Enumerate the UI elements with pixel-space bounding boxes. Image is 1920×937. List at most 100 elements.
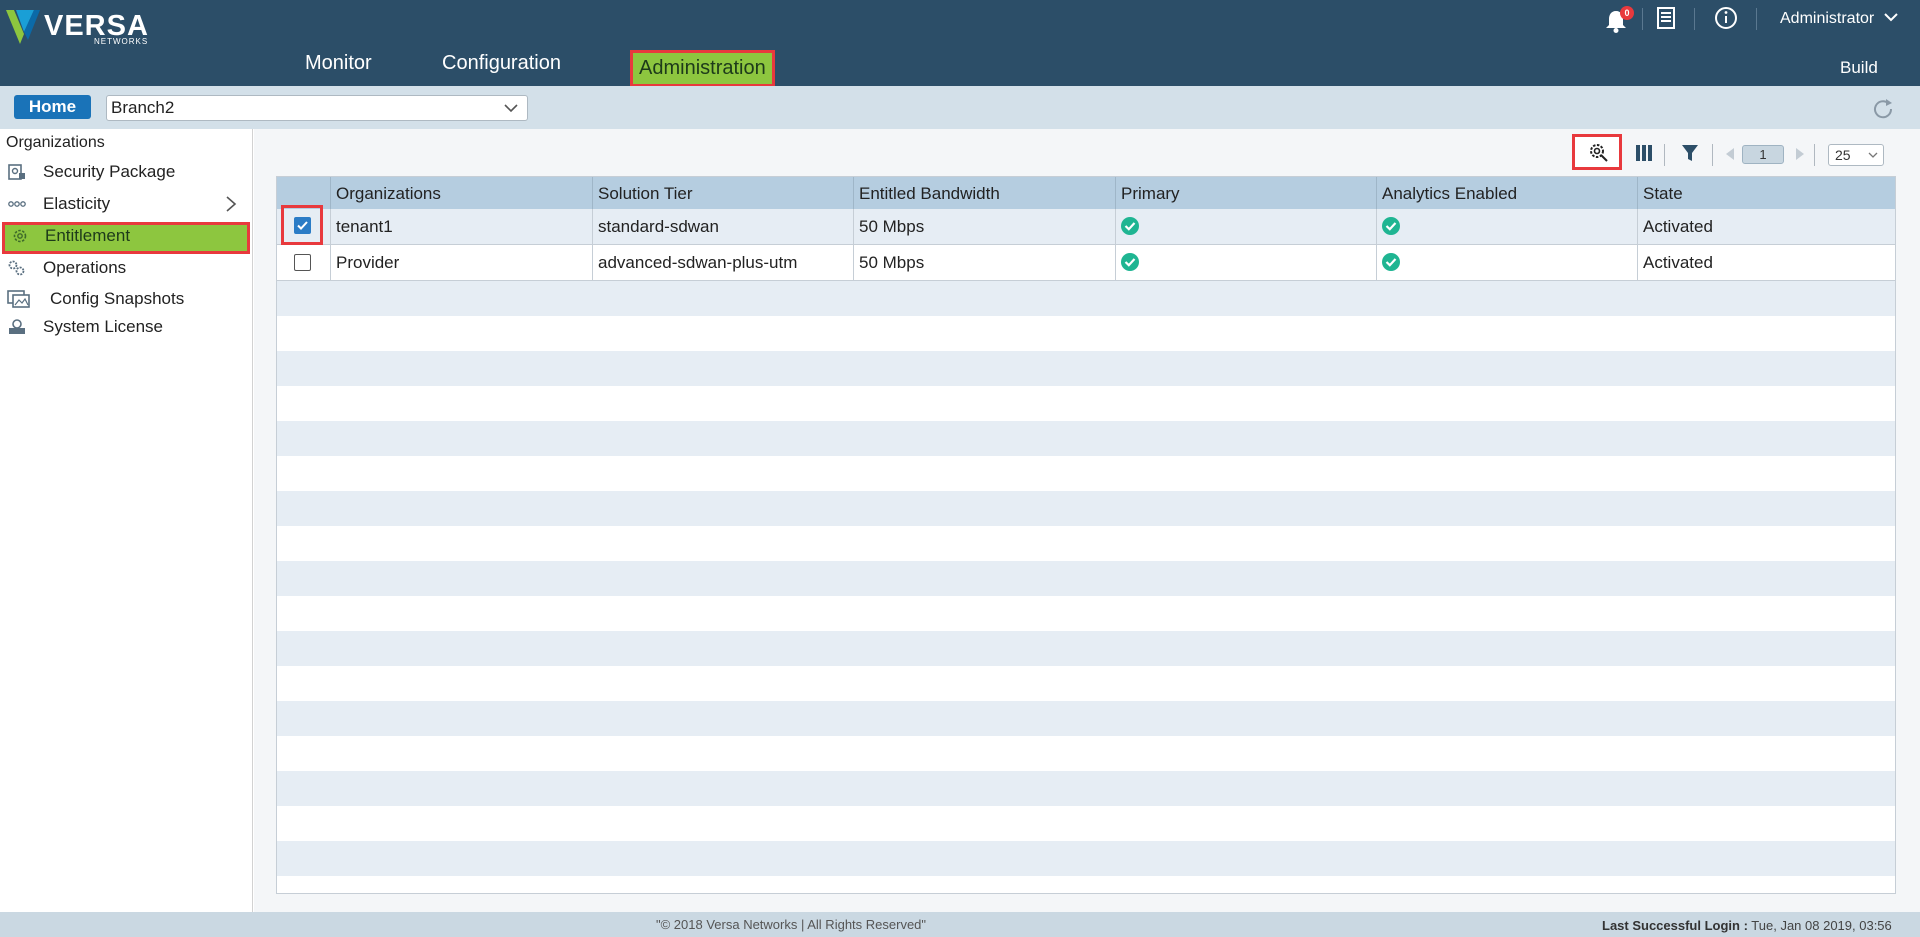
sidebar-item-label: System License [43, 317, 163, 336]
sidebar-item-label: Elasticity [43, 194, 111, 213]
empty-row [277, 526, 1895, 561]
divider [1814, 144, 1815, 166]
primary-cell [1115, 209, 1376, 244]
nav-configuration[interactable]: Configuration [442, 52, 561, 75]
empty-row [277, 806, 1895, 841]
empty-row [277, 701, 1895, 736]
system-license-icon [9, 319, 25, 334]
sidebar-item-label: Entitlement [45, 226, 131, 245]
empty-row [277, 456, 1895, 491]
empty-row [277, 736, 1895, 771]
organization-select[interactable]: Branch2 [106, 95, 528, 121]
sidebar-title: Organizations [6, 134, 105, 151]
gear-search-icon [1590, 144, 1608, 162]
nav-monitor[interactable]: Monitor [305, 52, 372, 75]
info-icon[interactable] [1714, 6, 1738, 30]
sidebar-item-security-package[interactable]: Security Package [0, 158, 252, 186]
versa-logo[interactable]: VERSA NETWORKS [6, 4, 156, 46]
header-primary[interactable]: Primary [1115, 177, 1376, 209]
entitlement-gear-icon [13, 229, 27, 243]
state-cell: Activated [1637, 245, 1895, 280]
header-analytics-enabled[interactable]: Analytics Enabled [1376, 177, 1637, 209]
check-circle-icon [1121, 253, 1139, 271]
empty-row [277, 561, 1895, 596]
divider [1756, 8, 1757, 30]
previous-page-icon[interactable] [1724, 146, 1736, 162]
user-menu[interactable]: Administrator [1780, 10, 1899, 28]
check-circle-icon [1382, 253, 1400, 271]
home-button[interactable]: Home [14, 95, 91, 119]
analytics-cell [1376, 209, 1637, 244]
sidebar-item-config-snapshots[interactable]: Config Snapshots [0, 285, 252, 313]
divider [1694, 8, 1695, 30]
empty-row [277, 491, 1895, 526]
empty-row [277, 631, 1895, 666]
page-size-value: 25 [1835, 147, 1851, 163]
row-checkbox[interactable] [294, 254, 311, 271]
header-entitled-bandwidth[interactable]: Entitled Bandwidth [853, 177, 1115, 209]
refresh-icon[interactable] [1870, 96, 1896, 122]
table-row[interactable]: tenant1 standard-sdwan 50 Mbps Activated [277, 209, 1895, 245]
analytics-cell [1376, 245, 1637, 280]
next-page-icon[interactable] [1794, 146, 1806, 162]
primary-cell [1115, 245, 1376, 280]
divider [1712, 144, 1713, 166]
chevron-right-icon [226, 196, 237, 212]
header-solution-tier[interactable]: Solution Tier [592, 177, 853, 209]
header-state[interactable]: State [1637, 177, 1895, 209]
last-login-label: Last Successful Login : [1602, 918, 1748, 933]
sidebar-item-entitlement[interactable]: Entitlement [2, 222, 250, 254]
empty-row [277, 421, 1895, 456]
document-list-icon[interactable] [1656, 6, 1676, 30]
divider [1642, 8, 1643, 30]
empty-row [277, 771, 1895, 806]
divider [1664, 144, 1665, 166]
sidebar-item-label: Config Snapshots [50, 289, 185, 308]
chevron-down-icon [1868, 152, 1878, 158]
sidebar-item-elasticity[interactable]: Elasticity [0, 190, 252, 218]
entitlement-table: Organizations Solution Tier Entitled Ban… [276, 176, 1896, 894]
filter-icon[interactable] [1680, 143, 1700, 163]
bandwidth-cell: 50 Mbps [853, 209, 1115, 244]
page-number[interactable]: 1 [1742, 145, 1784, 164]
header-organizations[interactable]: Organizations [330, 177, 592, 209]
user-name: Administrator [1780, 10, 1875, 27]
organization-cell: Provider [330, 245, 592, 280]
check-circle-icon [1382, 217, 1400, 235]
checkmark-icon [297, 221, 308, 230]
empty-row [277, 316, 1895, 351]
table-row[interactable]: Provider advanced-sdwan-plus-utm 50 Mbps… [277, 245, 1895, 281]
last-login: Last Successful Login : Tue, Jan 08 2019… [1602, 918, 1892, 933]
table-header: Organizations Solution Tier Entitled Ban… [277, 177, 1895, 209]
sidebar-item-label: Operations [43, 258, 127, 277]
elasticity-icon [8, 201, 26, 207]
sidebar-item-system-license[interactable]: System License [0, 313, 252, 341]
columns-icon[interactable] [1634, 143, 1654, 163]
check-circle-icon [1121, 217, 1139, 235]
security-package-icon [8, 164, 25, 180]
entitlement-settings-button[interactable] [1572, 134, 1622, 170]
empty-row [277, 841, 1895, 876]
page-size-select[interactable]: 25 [1828, 144, 1884, 166]
empty-row [277, 596, 1895, 631]
sidebar-item-operations[interactable]: Operations [0, 254, 252, 282]
operations-gears-icon [8, 260, 25, 276]
solution-tier-cell: advanced-sdwan-plus-utm [592, 245, 853, 280]
versa-logo-mark-icon [6, 10, 40, 44]
empty-row [277, 666, 1895, 701]
organization-cell: tenant1 [330, 209, 592, 244]
empty-row [277, 281, 1895, 316]
empty-row [277, 386, 1895, 421]
last-login-value: Tue, Jan 08 2019, 03:56 [1747, 918, 1892, 933]
row-checkbox[interactable] [294, 217, 311, 234]
nav-administration[interactable]: Administration [630, 50, 775, 87]
brand-subname: NETWORKS [94, 37, 149, 46]
footer: "© 2018 Versa Networks | All Rights Rese… [0, 912, 1920, 937]
copyright: "© 2018 Versa Networks | All Rights Rese… [656, 917, 927, 932]
organization-select-value: Branch2 [111, 98, 175, 117]
build-link[interactable]: Build [1840, 58, 1878, 78]
sidebar-item-label: Security Package [43, 162, 176, 181]
chevron-down-icon [504, 104, 518, 113]
bandwidth-cell: 50 Mbps [853, 245, 1115, 280]
empty-row [277, 351, 1895, 386]
